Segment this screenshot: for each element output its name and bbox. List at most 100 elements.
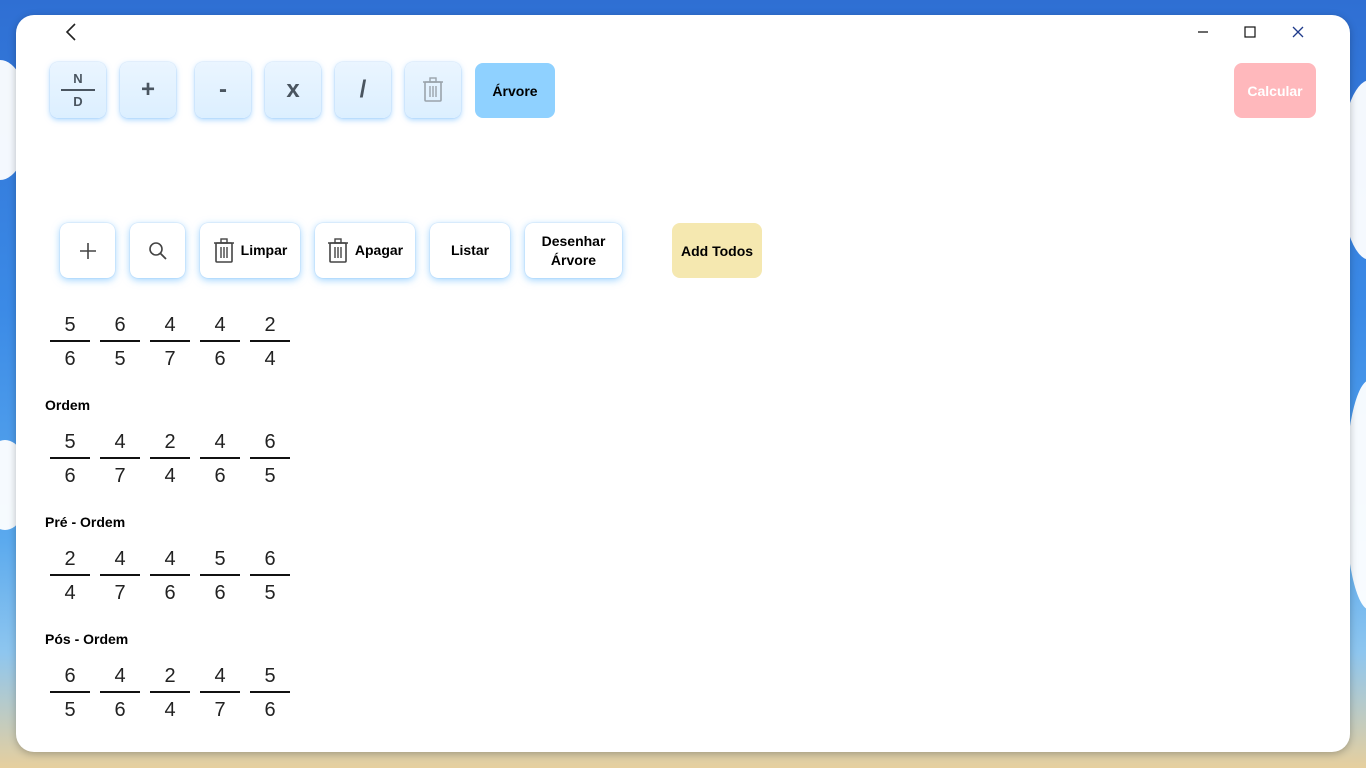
inserted-fraction-list: 5665474624	[50, 312, 290, 372]
listar-button[interactable]: Listar	[430, 223, 510, 278]
fraction-item: 24	[150, 663, 190, 723]
fraction-numerator: 2	[164, 665, 176, 687]
fraction-denominator: 7	[114, 582, 126, 604]
add-button[interactable]	[60, 223, 115, 278]
fraction-numerator: 4	[164, 548, 176, 570]
search-button[interactable]	[130, 223, 185, 278]
fraction-item: 65	[100, 312, 140, 372]
fraction-bar	[200, 691, 240, 693]
plus-button[interactable]: +	[120, 62, 176, 118]
fraction-numerator: 4	[114, 548, 126, 570]
pre-ordem-fraction-list: 2447465665	[50, 546, 290, 606]
fraction-bar	[250, 457, 290, 459]
fraction-denominator: 6	[64, 348, 76, 370]
fraction-bar	[50, 340, 90, 342]
fraction-denominator: 6	[264, 699, 276, 721]
fraction-numerator: 4	[214, 314, 226, 336]
fraction-bar	[150, 457, 190, 459]
fraction-item: 24	[150, 429, 190, 489]
fraction-bar	[150, 574, 190, 576]
fraction-numerator: 5	[64, 314, 76, 336]
fraction-bar	[150, 340, 190, 342]
fraction-denominator: 5	[264, 465, 276, 487]
minus-button[interactable]: -	[195, 62, 251, 118]
fraction-bar	[200, 574, 240, 576]
fraction-numerator-label: N	[73, 71, 83, 86]
fraction-denominator: 4	[164, 465, 176, 487]
fraction-item: 65	[250, 546, 290, 606]
fraction-denominator-label: D	[73, 94, 83, 109]
chevron-left-icon	[65, 23, 76, 41]
fraction-denominator: 6	[214, 582, 226, 604]
fraction-item: 24	[250, 312, 290, 372]
minimize-button[interactable]	[1180, 18, 1226, 46]
fraction-item: 56	[50, 312, 90, 372]
fraction-numerator: 6	[114, 314, 126, 336]
fraction-denominator: 6	[164, 582, 176, 604]
fraction-numerator: 4	[214, 431, 226, 453]
calcular-button[interactable]: Calcular	[1234, 63, 1316, 118]
fraction-item: 65	[250, 429, 290, 489]
fraction-bar	[100, 574, 140, 576]
fraction-denominator: 6	[64, 465, 76, 487]
fraction-item: 24	[50, 546, 90, 606]
fraction-item: 47	[100, 429, 140, 489]
add-todos-button[interactable]: Add Todos	[672, 223, 762, 278]
pos-ordem-label: Pós - Ordem	[45, 631, 129, 647]
minimize-icon	[1198, 31, 1208, 33]
fraction-denominator: 5	[264, 582, 276, 604]
fraction-denominator: 4	[164, 699, 176, 721]
fraction-bar	[250, 691, 290, 693]
multiply-button[interactable]: x	[265, 62, 321, 118]
divide-button[interactable]: /	[335, 62, 391, 118]
fraction-item: 56	[200, 546, 240, 606]
fraction-numerator: 4	[164, 314, 176, 336]
fraction-numerator: 4	[214, 665, 226, 687]
fraction-item: 65	[50, 663, 90, 723]
fraction-bar	[250, 340, 290, 342]
fraction-item: 47	[100, 546, 140, 606]
fraction-bar	[200, 340, 240, 342]
fraction-denominator: 4	[64, 582, 76, 604]
fraction-item: 47	[200, 663, 240, 723]
fraction-item: 56	[250, 663, 290, 723]
fraction-numerator: 6	[64, 665, 76, 687]
fraction-button[interactable]: N D	[50, 62, 106, 118]
fraction-numerator: 6	[264, 548, 276, 570]
fraction-denominator: 7	[114, 465, 126, 487]
fraction-denominator: 7	[214, 699, 226, 721]
close-icon	[1292, 26, 1304, 38]
close-button[interactable]	[1275, 18, 1321, 46]
desenhar-arvore-button[interactable]: Desenhar Árvore	[525, 223, 622, 278]
fraction-item: 47	[150, 312, 190, 372]
trash-icon	[327, 237, 348, 263]
fraction-numerator: 5	[214, 548, 226, 570]
pre-ordem-label: Pré - Ordem	[45, 514, 126, 530]
fraction-denominator: 5	[64, 699, 76, 721]
fraction-bar	[100, 457, 140, 459]
fraction-item: 46	[150, 546, 190, 606]
fraction-bar	[200, 457, 240, 459]
limpar-button[interactable]: Limpar	[200, 223, 300, 278]
apagar-button[interactable]: Apagar	[315, 223, 415, 278]
fraction-numerator: 6	[264, 431, 276, 453]
fraction-denominator: 7	[164, 348, 176, 370]
maximize-button[interactable]	[1227, 18, 1273, 46]
search-icon	[148, 241, 167, 260]
fraction-item: 56	[50, 429, 90, 489]
fraction-bar	[50, 457, 90, 459]
fraction-denominator: 5	[114, 348, 126, 370]
back-button[interactable]	[60, 21, 82, 43]
app-window: N D + - x / Árvore Calcular Limpar Apaga…	[16, 15, 1350, 752]
fraction-bar	[50, 691, 90, 693]
delete-button[interactable]	[405, 62, 461, 118]
fraction-numerator: 4	[114, 431, 126, 453]
fraction-numerator: 2	[164, 431, 176, 453]
fraction-denominator: 6	[214, 348, 226, 370]
fraction-numerator: 5	[64, 431, 76, 453]
apagar-label: Apagar	[354, 242, 404, 258]
fraction-bar	[50, 574, 90, 576]
fraction-denominator: 4	[264, 348, 276, 370]
limpar-label: Limpar	[240, 242, 288, 258]
arvore-button[interactable]: Árvore	[475, 63, 555, 118]
